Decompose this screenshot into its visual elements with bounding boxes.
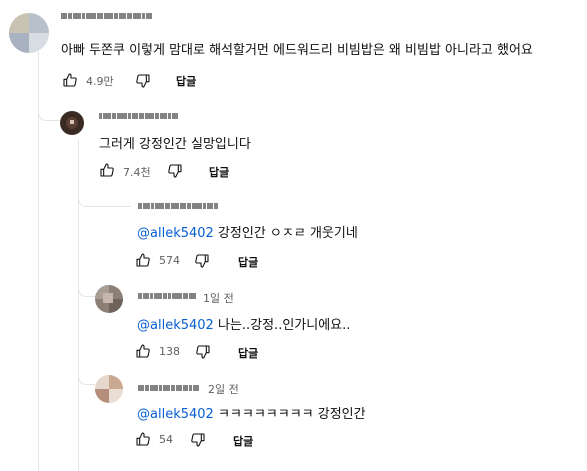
author-name[interactable]	[138, 293, 196, 299]
user-mention-link[interactable]: @allek5402	[137, 318, 214, 333]
comment-body: 강정인간 ㅇㅈㄹ 개웃기네	[217, 226, 358, 241]
thumbs-up-icon[interactable]	[135, 343, 151, 359]
comment-text: @allek5402 나는..강정..인가니에요..	[137, 314, 350, 333]
reply-button[interactable]: 답글	[209, 164, 229, 180]
timestamp[interactable]: 2일 전	[208, 381, 239, 397]
thumbs-up-icon[interactable]	[135, 431, 151, 447]
thumbs-up-icon[interactable]	[62, 72, 78, 88]
author-name[interactable]	[138, 385, 199, 391]
user-mention-link[interactable]: @allek5402	[137, 407, 214, 422]
comment-text: @allek5402 ㅋㅋㅋㅋㅋㅋㅋㅋ 강정인간	[137, 403, 366, 422]
comment-text: @allek5402 강정인간 ㅇㅈㄹ 개웃기네	[137, 222, 358, 241]
reply-button[interactable]: 답글	[233, 433, 253, 449]
thumbs-down-icon[interactable]	[195, 344, 211, 360]
timestamp[interactable]: 1일 전	[203, 290, 234, 306]
thumbs-down-icon[interactable]	[167, 163, 183, 179]
avatar[interactable]	[95, 285, 123, 313]
comment-text: 그러게 강정인간 실망입니다	[99, 137, 251, 152]
comment-text: 아빠 두쫀쿠 이렇게 맘대로 해석할거먼 에드워드리 비빔밥은 왜 비빔밥 아니…	[61, 43, 533, 58]
comment-body: 나는..강정..인가니에요..	[217, 318, 351, 333]
thumbs-up-icon[interactable]	[135, 252, 151, 268]
avatar[interactable]	[60, 111, 84, 135]
comment-body: ㅋㅋㅋㅋㅋㅋㅋㅋ 강정인간	[217, 407, 366, 422]
thumbs-down-icon[interactable]	[194, 253, 210, 269]
thumbs-down-icon[interactable]	[135, 73, 151, 89]
thread-curve	[78, 276, 95, 297]
thread-curve	[78, 190, 131, 207]
like-count: 138	[159, 345, 180, 358]
avatar[interactable]	[9, 13, 49, 53]
like-count: 7.4천	[123, 166, 151, 179]
author-name[interactable]	[138, 203, 218, 209]
user-mention-link[interactable]: @allek5402	[137, 226, 214, 241]
like-count: 574	[159, 254, 180, 267]
like-count: 4.9만	[86, 75, 114, 88]
like-count: 54	[159, 433, 173, 446]
thumbs-down-icon[interactable]	[190, 432, 206, 448]
reply-button[interactable]: 답글	[176, 73, 196, 89]
reply-button[interactable]: 답글	[238, 254, 258, 270]
thread-curve	[38, 90, 61, 121]
author-name[interactable]	[61, 13, 152, 19]
avatar[interactable]	[95, 375, 123, 403]
reply-button[interactable]: 답글	[238, 345, 258, 361]
author-name[interactable]	[99, 113, 178, 119]
thread-curve	[78, 364, 95, 385]
thumbs-up-icon[interactable]	[99, 162, 115, 178]
